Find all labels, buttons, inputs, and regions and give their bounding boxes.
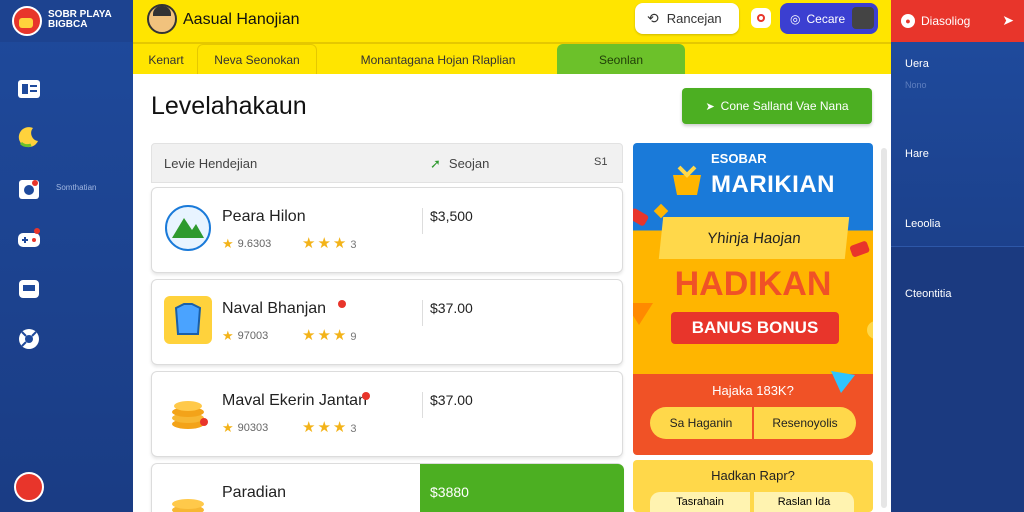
alert-icon: ● [901,14,915,28]
item-price: $37.00 [430,392,473,408]
search-label: Rancejan [666,11,722,26]
cta-button[interactable]: ➤ Cone Salland Vae Nana [682,88,872,124]
brand-logo-icon [12,6,42,36]
promo-primary-button[interactable]: Sa Haganin [650,407,752,439]
promo-question: Hajaka 183K? [712,383,794,398]
tabs-bar: Kenart Neva Seonokan Monantagana Hojan R… [133,42,891,76]
promo2-primary-button[interactable]: Tasrahain [650,492,750,512]
connect-button[interactable]: ◎ Cecare [780,3,878,34]
right-top-bar[interactable]: ● Diasoliog ➤ [891,0,1024,42]
rating-stars: ★★★ 9 [302,327,357,344]
right-item-cteontitia[interactable]: Cteontitia [905,288,951,300]
item-price: $3880 [430,484,469,500]
record-button[interactable] [751,8,771,28]
gem-icon [849,241,870,257]
tab-seonlan[interactable]: Seonlan [557,44,685,76]
brand-text: SOBR PLAYA BIGBCA [48,9,112,30]
page-title: Levelahakaun [151,92,307,120]
promo-title: ESOBAR [711,151,767,166]
item-name: Paradian [222,484,287,501]
gem-icon [653,203,669,219]
scrollbar[interactable] [881,148,887,508]
main-content: Levelahakaun ➤ Cone Salland Vae Nana Lev… [133,74,891,512]
right-panel-block [891,246,1024,512]
list-item[interactable]: Paradian $3880 [151,463,624,512]
item-price: $37.00 [430,300,473,316]
notification-dot [362,392,370,400]
item-meta: ★ 97003 [222,328,269,343]
game-controller-icon[interactable] [16,226,42,252]
list-header: Levie Hendejian ➚ Seojan S1 [151,143,623,183]
divider [422,392,423,418]
sidebar-label: Somthatian [56,183,97,192]
divider [422,208,423,234]
shirt-icon [164,296,212,344]
item-name: Naval Bhanjan [222,300,327,317]
bonus-badge: BANUS BONUS [671,312,839,344]
send-icon: ➤ [1002,12,1014,28]
promo2-secondary-button[interactable]: Raslan Ida [754,492,854,512]
support-icon[interactable] [16,326,42,352]
promo-banner[interactable]: ESOBAR MARIKIAN Yhinja Haojan HADIKAN BA… [633,143,873,455]
rating-stars: ★★★ 3 [302,235,357,252]
header-col2[interactable]: ➚ Seojan [430,156,489,172]
right-panel: Uera Nono Hare Leoolia Cteontitia [891,42,1024,512]
trend-icon: ➚ [430,156,441,171]
profile-avatar[interactable] [14,472,44,502]
item-price: $3,500 [430,208,473,224]
list-item[interactable]: Naval Bhanjan ★ 97003 ★★★ 9 $37.00 [151,279,623,365]
topbar: Aasual Hanojian ⟲ Rancejan ◎ Cecare [133,0,891,42]
item-meta: ★ 9.6303 [222,236,272,251]
treasure-icon [673,165,701,195]
refresh-icon: ⟲ [647,10,659,26]
user-name: Aasual Hanojian [183,11,300,28]
right-top-label: Diasoliog [921,14,971,28]
right-item-leoolia[interactable]: Leoolia [905,218,940,230]
rating-stars: ★★★ 3 [302,419,357,436]
right-item-sub: Nono [905,80,927,90]
tab-neva-seonokan[interactable]: Neva Seonokan [197,44,317,76]
tab-monantagana[interactable]: Monantagana Hojan Rlaplian [318,44,558,76]
record-icon [757,14,765,22]
item-meta: ★ 90303 [222,420,269,435]
promo2-question: Hadkan Rapr? [711,468,795,483]
gem-icon [633,208,649,226]
mountain-icon [164,204,212,252]
connect-avatar [852,7,874,29]
header-col3: S1 [594,156,608,168]
promo-secondary-button[interactable]: Resenoyolis [754,407,856,439]
arrow-icon: ➤ [705,100,715,113]
cta-label: Cone Salland Vae Nana [720,99,849,113]
level-list: Levie Hendejian ➚ Seojan S1 Peara Hilon ★… [151,143,624,512]
header-col1: Levie Hendejian [164,156,258,171]
right-item-hare[interactable]: Hare [905,148,929,160]
list-item[interactable]: Maval Ekerin Jantan ★ 90303 ★★★ 3 $37.00 [151,371,623,457]
tab-kenart[interactable]: Kenart [143,44,189,76]
header-col2-label: Seojan [448,156,490,171]
coins-icon [164,388,212,436]
promo-ribbon: Yhinja Haojan [658,217,850,259]
link-icon: ◎ [790,11,801,26]
search-button[interactable]: ⟲ Rancejan [635,3,739,34]
coins-icon [164,480,212,512]
promo-card-2[interactable]: Hadkan Rapr? Tasrahain Raslan Ida [633,460,873,512]
item-name: Peara Hilon [222,208,306,225]
chat-icon[interactable] [16,276,42,302]
connect-label: Cecare [806,11,846,26]
gem-icon [867,321,873,339]
notification-dot [338,300,346,308]
promo-main: HADIKAN [674,265,832,303]
list-item[interactable]: Peara Hilon ★ 9.6303 ★★★ 3 $3,500 [151,187,623,273]
divider [422,300,423,326]
promo-headline: MARIKIAN [711,171,835,198]
brand[interactable]: SOBR PLAYA BIGBCA [0,0,133,42]
left-sidebar: SOBR PLAYA BIGBCA Somthatian [0,0,133,512]
inbox-icon[interactable] [16,76,42,102]
tag-icon[interactable] [16,176,42,202]
item-name: Maval Ekerin Jantan [222,392,367,409]
avatar[interactable] [147,4,177,34]
moon-icon[interactable] [16,124,42,150]
right-item-uera[interactable]: Uera [905,58,929,70]
